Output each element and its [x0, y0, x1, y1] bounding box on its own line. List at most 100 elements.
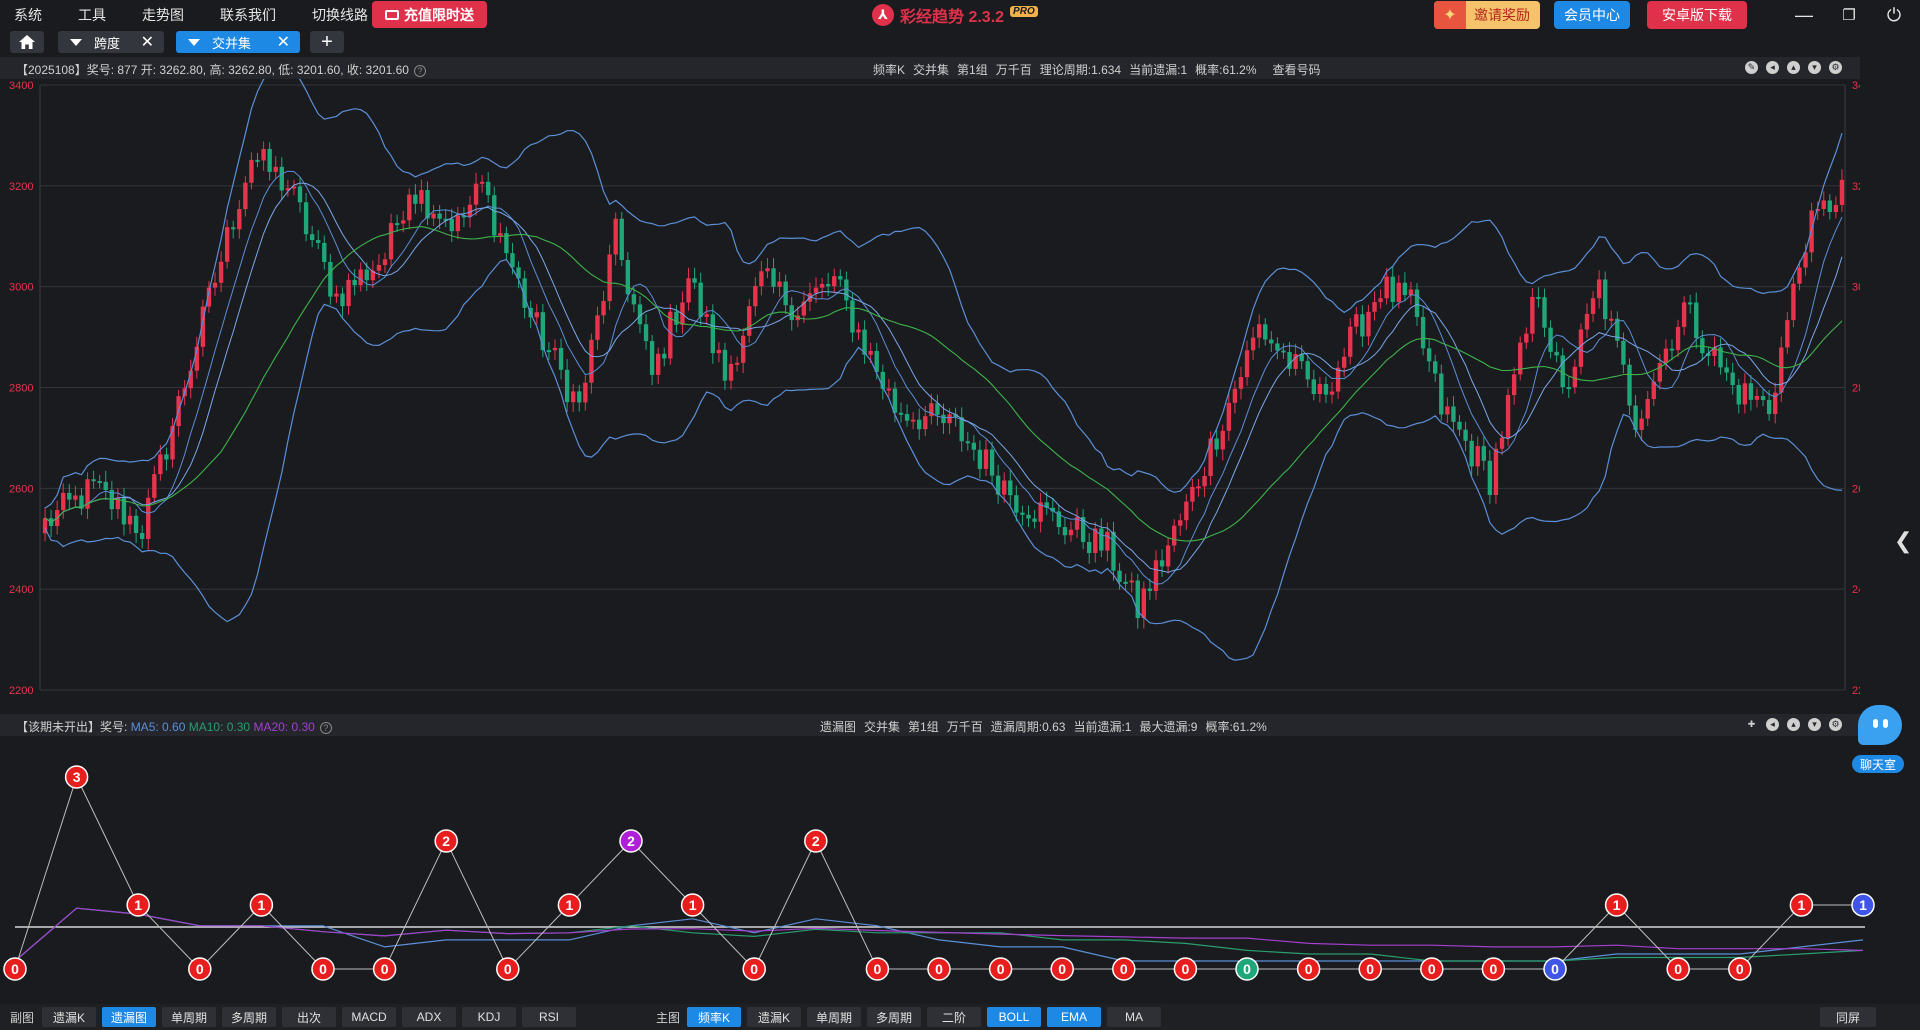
omission-point-label: 1 [134, 897, 142, 913]
pencil-icon[interactable]: ✎ [1745, 61, 1758, 74]
pin-icon[interactable]: ✚ [1745, 718, 1758, 731]
candle-body [382, 259, 388, 265]
main-chart-option-button[interactable]: MA [1107, 1007, 1161, 1027]
menu-system[interactable]: 系统 [14, 5, 42, 25]
main-chart-option-button[interactable]: 二阶 [927, 1007, 981, 1027]
y-tick-label-right: 3000 [1852, 282, 1860, 294]
menu-switch-line[interactable]: 切换线路 [312, 5, 368, 25]
android-download-button[interactable]: 安卓版下载 [1647, 1, 1747, 29]
main-chart-option-button[interactable]: BOLL [987, 1007, 1041, 1027]
candle-body [595, 315, 600, 340]
candle-body [838, 276, 843, 280]
caret-down-icon [188, 38, 200, 46]
tab-intersection[interactable]: 交并集 ✕ [176, 31, 300, 53]
chatroom-button[interactable]: 聊天室 [1852, 705, 1910, 775]
omission-point-label: 2 [812, 833, 820, 849]
candle-body [364, 269, 369, 281]
candle-body [631, 294, 637, 305]
arrow-up-icon[interactable]: ▴ [1787, 718, 1800, 731]
sub-chart-option-button[interactable]: ADX [402, 1007, 456, 1027]
chevron-left-icon[interactable]: ❮ [1894, 528, 1912, 554]
help-icon[interactable]: ? [319, 722, 332, 734]
candle-body [1032, 518, 1037, 522]
settings-icon[interactable]: ⚙ [1829, 718, 1842, 731]
member-center-button[interactable]: 会员中心 [1554, 1, 1630, 29]
omission-point: 0 [1050, 957, 1074, 981]
main-chart-option-button[interactable]: 频率K [687, 1007, 741, 1027]
sub-chart-option-button[interactable]: 出次 [282, 1007, 336, 1027]
candle-body [977, 449, 983, 469]
arrow-down-icon[interactable]: ▾ [1808, 718, 1821, 731]
fullscreen-button[interactable]: 同屏 [1820, 1007, 1876, 1027]
main-chart-option-button[interactable]: 单周期 [807, 1007, 861, 1027]
candle-body [261, 148, 266, 161]
main-info-position: 万千百 [995, 63, 1032, 77]
candle-body [1008, 480, 1013, 496]
restore-icon[interactable]: ❐ [1834, 2, 1864, 28]
candle-body [759, 271, 764, 287]
candle-body [103, 481, 108, 490]
y-tick-label-right: 2800 [1852, 383, 1860, 395]
power-icon[interactable]: ⏻ [1879, 2, 1909, 28]
candles [42, 141, 1845, 629]
candle-body [1190, 486, 1195, 502]
omission-point: 0 [1112, 957, 1136, 981]
candle-body [1196, 486, 1201, 489]
top-bar: 系统 工具 走势图 联系我们 切换线路 充值限时送 ⅄ 彩经趋势 2.3.2 P… [0, 0, 1920, 30]
help-icon[interactable]: ? [413, 65, 426, 77]
sub-chart-option-button[interactable]: 遗漏图 [102, 1007, 156, 1027]
candle-body [1827, 200, 1833, 213]
promo-button[interactable]: 充值限时送 [372, 1, 487, 28]
main-chart[interactable]: 2200 2200 2400 2400 2600 2600 2800 2800 3000 3000… [0, 63, 1876, 697]
omission-point-label: 0 [381, 961, 389, 977]
view-numbers-link[interactable]: 查看号码 [1273, 61, 1321, 78]
sub-info-group: 第1组 [908, 720, 939, 734]
invite-button[interactable]: ✦ 邀请奖励 [1434, 1, 1540, 29]
settings-icon[interactable]: ⚙ [1829, 61, 1842, 74]
omission-point-label: 0 [11, 961, 19, 977]
candle-body [1542, 297, 1547, 328]
candle-body [1584, 313, 1590, 330]
candle-body [825, 283, 831, 287]
candle-body [1572, 366, 1578, 388]
main-chart-option-button[interactable]: EMA [1047, 1007, 1101, 1027]
sub-chart-option-button[interactable]: KDJ [462, 1007, 516, 1027]
home-button[interactable] [10, 31, 44, 53]
candle-body [747, 306, 752, 336]
candle-body [297, 186, 303, 203]
sub-chart-option-button[interactable]: 多周期 [222, 1007, 276, 1027]
minimize-icon[interactable]: — [1789, 2, 1819, 28]
candle-body [947, 414, 952, 424]
add-tab-button[interactable]: + [310, 31, 344, 53]
candle-body [1396, 282, 1401, 302]
candle-body [1681, 302, 1687, 327]
omission-chart[interactable]: 0 3 1 0 1 0 0 2 0 1 2 1 0 2 0 0 0 0 0 0 0 0 0 0 0 0 1 0 0 1 1 [0, 736, 1880, 1002]
candle-body [1463, 429, 1468, 441]
main-chart-tools: ✎ ◂ ▴ ▾ ⚙ [1745, 61, 1842, 74]
close-icon[interactable]: ✕ [277, 32, 290, 52]
candle-body [73, 495, 78, 500]
menu-contact[interactable]: 联系我们 [220, 5, 276, 25]
main-chart-option-button[interactable]: 多周期 [867, 1007, 921, 1027]
menu-trend-chart[interactable]: 走势图 [142, 5, 184, 25]
sub-info-kind: 遗漏图 [820, 720, 857, 734]
main-chart-option-button[interactable]: 遗漏K [747, 1007, 801, 1027]
close-icon[interactable]: ✕ [141, 32, 154, 52]
sub-chart-option-button[interactable]: MACD [342, 1007, 396, 1027]
arrow-down-icon[interactable]: ▾ [1808, 61, 1821, 74]
sub-chart-option-button[interactable]: 单周期 [162, 1007, 216, 1027]
candle-body [358, 269, 363, 286]
candle-body [1117, 570, 1122, 582]
candle-body [740, 335, 746, 363]
menu-tools[interactable]: 工具 [78, 5, 106, 25]
arrow-up-icon[interactable]: ▴ [1787, 61, 1800, 74]
arrow-left-icon[interactable]: ◂ [1766, 61, 1779, 74]
candle-body [401, 220, 406, 224]
sub-chart-option-button[interactable]: 遗漏K [42, 1007, 96, 1027]
candle-body [419, 190, 424, 204]
y-tick-label-left: 3400 [9, 80, 33, 92]
arrow-left-icon[interactable]: ◂ [1766, 718, 1779, 731]
candle-body [662, 353, 667, 359]
tab-span[interactable]: 跨度 ✕ [58, 31, 164, 53]
sub-chart-option-button[interactable]: RSI [522, 1007, 576, 1027]
